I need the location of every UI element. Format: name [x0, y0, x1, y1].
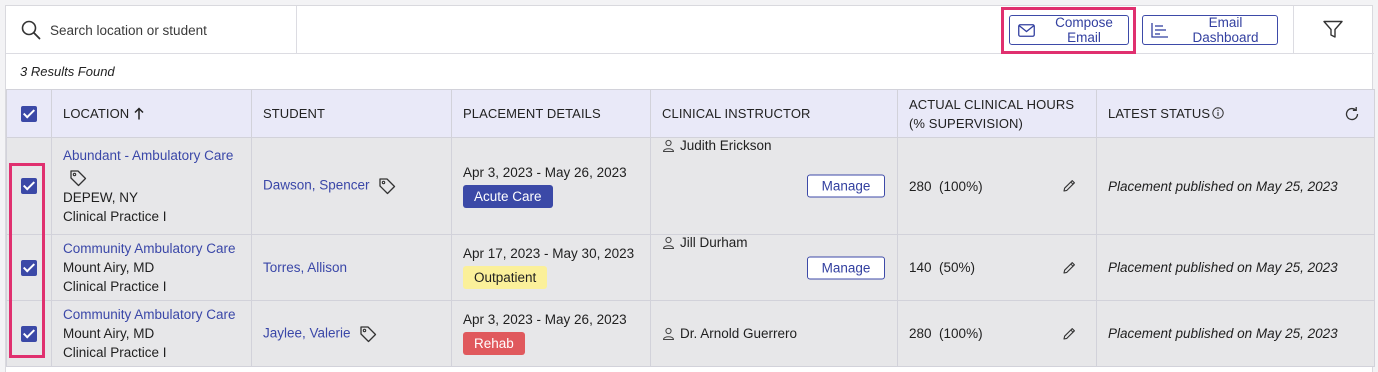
- instructor-cell: Dr. Arnold Guerrero: [650, 300, 898, 367]
- student-link[interactable]: Torres, Allison: [263, 260, 347, 275]
- pencil-icon[interactable]: [1062, 261, 1076, 275]
- placements-panel: Compose Email Email Dashboard 3 Results …: [5, 5, 1375, 372]
- pencil-icon[interactable]: [1062, 327, 1076, 341]
- instructor-name: Dr. Arnold Guerrero: [680, 326, 798, 341]
- supervision-value: (100%): [939, 178, 983, 194]
- setting-badge: Outpatient: [463, 266, 548, 289]
- location-cell: Community Ambulatory Care Mount Airy, MD…: [51, 300, 252, 367]
- person-icon: [662, 327, 675, 340]
- column-header-clinical-hours: ACTUAL CLINICAL HOURS (% SUPERVISION): [897, 89, 1097, 138]
- email-dashboard-button[interactable]: Email Dashboard: [1142, 15, 1278, 45]
- placement-cell: Apr 3, 2023 - May 26, 2023 Acute Care: [451, 137, 651, 235]
- instructor-wrapper: Judith Erickson Manage: [662, 138, 897, 234]
- instructor-cell: Jill Durham Manage: [650, 234, 898, 301]
- tag-icon[interactable]: [359, 325, 377, 343]
- placement-cell: Apr 3, 2023 - May 26, 2023 Rehab: [451, 300, 651, 367]
- select-all-checkbox[interactable]: [21, 105, 37, 122]
- hours-cell: 280 (100%): [897, 300, 1097, 367]
- hours-cell: 280 (100%): [897, 137, 1097, 235]
- placements-table: LOCATION STUDENT PLACEMENT DETAILS CLINI…: [6, 89, 1375, 367]
- search-input[interactable]: [50, 19, 290, 41]
- placement-cell: Apr 17, 2023 - May 30, 2023 Outpatient: [451, 234, 651, 301]
- email-dashboard-label: Email Dashboard: [1192, 15, 1259, 45]
- compose-email-button[interactable]: Compose Email: [1009, 15, 1129, 45]
- refresh-icon[interactable]: [1344, 106, 1360, 122]
- setting-badge: Acute Care: [463, 184, 553, 208]
- instructor-name: Jill Durham: [680, 235, 748, 250]
- filter-icon: [1323, 20, 1343, 38]
- column-header-placement-details: PLACEMENT DETAILS: [451, 89, 651, 138]
- location-program: Clinical Practice I: [63, 345, 167, 360]
- location-city: DEPEW, NY: [63, 190, 139, 205]
- hours-value: 280: [909, 178, 932, 194]
- table-row: Community Ambulatory Care Mount Airy, MD…: [6, 234, 1375, 301]
- toolbar: Compose Email Email Dashboard: [6, 6, 1374, 54]
- dashboard-chart-icon: [1151, 23, 1168, 38]
- instructor-cell: Judith Erickson Manage: [650, 137, 898, 235]
- location-link[interactable]: Community Ambulatory Care: [63, 241, 236, 256]
- location-cell: Community Ambulatory Care Mount Airy, MD…: [51, 234, 252, 301]
- column-header-status-label: LATEST STATUS: [1108, 106, 1211, 121]
- location-link[interactable]: Community Ambulatory Care: [63, 307, 236, 322]
- table-row: Community Ambulatory Care Mount Airy, MD…: [6, 300, 1375, 367]
- manage-instructor-button[interactable]: Manage: [807, 256, 885, 279]
- search-icon: [21, 20, 41, 40]
- instructor-wrapper: Jill Durham Manage: [662, 235, 897, 300]
- placement-dates: Apr 17, 2023 - May 30, 2023: [463, 246, 635, 261]
- location-link[interactable]: Abundant - Ambulatory Care: [63, 148, 233, 163]
- student-cell: Jaylee, Valerie: [251, 300, 452, 367]
- location-city: Mount Airy, MD: [63, 326, 155, 341]
- student-cell: Dawson, Spencer: [251, 137, 452, 235]
- person-icon: [662, 236, 675, 249]
- envelope-icon: [1018, 23, 1035, 37]
- student-cell: Torres, Allison: [251, 234, 452, 301]
- table-header-row: LOCATION STUDENT PLACEMENT DETAILS CLINI…: [6, 89, 1375, 138]
- column-header-hours-line1: ACTUAL CLINICAL HOURS: [909, 96, 1075, 112]
- hours-value: 140: [909, 260, 932, 275]
- status-cell: Placement published on May 25, 2023: [1096, 137, 1375, 235]
- select-all-cell: [6, 89, 52, 138]
- supervision-value: (100%): [939, 326, 983, 341]
- instructor-name: Judith Erickson: [680, 138, 772, 153]
- info-icon[interactable]: [1212, 107, 1224, 119]
- table-row: Abundant - Ambulatory Care DEPEW, NY Cli…: [6, 137, 1375, 235]
- search-box: [6, 6, 297, 53]
- hours-cell: 140 (50%): [897, 234, 1097, 301]
- status-cell: Placement published on May 25, 2023: [1096, 300, 1375, 367]
- location-program: Clinical Practice I: [63, 279, 167, 294]
- person-icon: [662, 139, 675, 152]
- supervision-value: (50%): [939, 260, 976, 275]
- placement-dates: Apr 3, 2023 - May 26, 2023: [463, 164, 627, 180]
- compose-email-label: Compose Email: [1055, 15, 1113, 45]
- student-link[interactable]: Dawson, Spencer: [263, 178, 370, 193]
- column-header-student: STUDENT: [251, 89, 452, 138]
- column-header-location-label: LOCATION: [63, 106, 130, 121]
- hours-value: 280: [909, 326, 932, 341]
- tag-icon[interactable]: [378, 177, 396, 195]
- sort-ascending-icon[interactable]: [134, 107, 144, 120]
- tag-icon[interactable]: [69, 169, 87, 187]
- filter-button[interactable]: [1293, 6, 1374, 53]
- location-program: Clinical Practice I: [63, 209, 167, 224]
- pencil-icon[interactable]: [1062, 179, 1076, 193]
- placement-dates: Apr 3, 2023 - May 26, 2023: [463, 312, 627, 327]
- location-cell: Abundant - Ambulatory Care DEPEW, NY Cli…: [51, 137, 252, 235]
- location-city: Mount Airy, MD: [63, 260, 155, 275]
- column-header-latest-status: LATEST STATUS: [1096, 89, 1375, 138]
- manage-instructor-button[interactable]: Manage: [807, 174, 885, 198]
- column-header-clinical-instructor: CLINICAL INSTRUCTOR: [650, 89, 898, 138]
- results-count: 3 Results Found: [20, 64, 115, 79]
- column-header-hours-line2: (% SUPERVISION): [909, 115, 1023, 131]
- column-header-location[interactable]: LOCATION: [51, 89, 252, 138]
- status-cell: Placement published on May 25, 2023: [1096, 234, 1375, 301]
- student-link[interactable]: Jaylee, Valerie: [263, 325, 351, 340]
- setting-badge: Rehab: [463, 332, 525, 355]
- row-checkboxes-highlight: [9, 163, 45, 358]
